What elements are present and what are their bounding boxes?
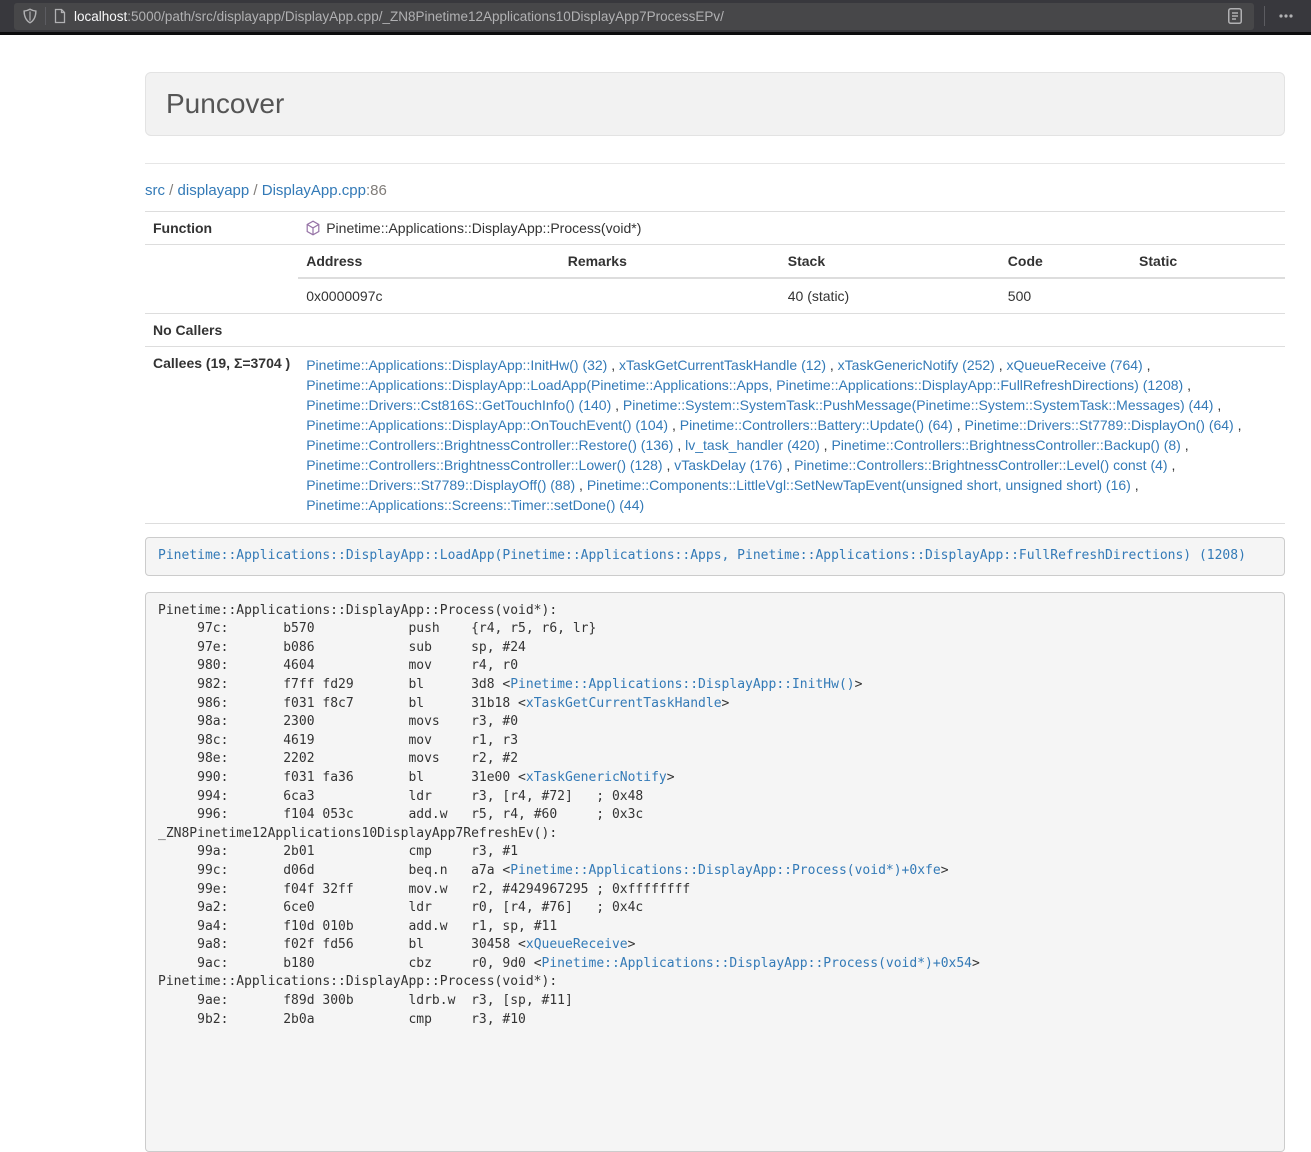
url-host: localhost [74, 9, 127, 24]
callees-list: Pinetime::Applications::DisplayApp::Init… [298, 347, 1285, 524]
url-path: :5000/path/src/displayapp/DisplayApp.cpp… [127, 9, 724, 24]
callee-link[interactable]: xTaskGenericNotify (252) [838, 357, 995, 373]
header-divider [145, 163, 1285, 164]
function-detail-table: Address Remarks Stack Code Static 0x0000… [298, 245, 1285, 313]
callee-separator: , [1131, 477, 1139, 493]
breadcrumb-separator: / [165, 182, 178, 199]
symbol-link[interactable]: Pinetime::Applications::DisplayApp::Proc… [510, 863, 940, 878]
symbol-cube-icon [306, 220, 320, 236]
address-value: 0x0000097c [298, 278, 559, 313]
code-value: 500 [1000, 278, 1131, 313]
callee-link[interactable]: Pinetime::Controllers::BrightnessControl… [831, 437, 1180, 453]
symbol-link[interactable]: xQueueReceive [526, 937, 628, 952]
callee-separator: , [668, 417, 680, 433]
loadapp-snippet: Pinetime::Applications::DisplayApp::Load… [145, 537, 1285, 576]
tracking-protection-shield-icon[interactable] [22, 8, 38, 24]
column-code: Code [1000, 245, 1131, 278]
url-text[interactable]: localhost:5000/path/src/displayapp/Displ… [74, 9, 724, 24]
function-label: Function [145, 212, 298, 245]
function-row: Function Pinetime::Applications::Display… [145, 212, 1285, 245]
breadcrumb-separator: / [249, 182, 262, 199]
url-bar[interactable]: localhost:5000/path/src/displayapp/Displ… [14, 3, 1254, 30]
remarks-value [560, 278, 780, 313]
callee-separator: , [1168, 457, 1176, 473]
callee-separator: , [607, 357, 619, 373]
function-detail-row: Address Remarks Stack Code Static 0x0000… [145, 245, 1285, 314]
callee-separator: , [1143, 357, 1151, 373]
column-remarks: Remarks [560, 245, 780, 278]
page-icon[interactable] [53, 8, 67, 24]
urlbar-divider [45, 7, 46, 25]
callee-separator: , [575, 477, 587, 493]
symbol-link[interactable]: xTaskGetCurrentTaskHandle [526, 696, 722, 711]
callee-separator: , [826, 357, 838, 373]
callee-link[interactable]: Pinetime::Drivers::Cst816S::GetTouchInfo… [306, 397, 611, 413]
callees-row: Callees (19, Σ=3704 ) Pinetime::Applicat… [145, 347, 1285, 524]
callee-link[interactable]: lv_task_handler (420) [685, 437, 820, 453]
callee-link[interactable]: Pinetime::Controllers::BrightnessControl… [306, 437, 673, 453]
callee-link[interactable]: Pinetime::Applications::DisplayApp::OnTo… [306, 417, 668, 433]
page-title: Puncover [166, 88, 1264, 120]
no-callers-label: No Callers [145, 314, 298, 347]
callee-separator: , [1213, 397, 1221, 413]
function-name: Pinetime::Applications::DisplayApp::Proc… [326, 220, 641, 236]
symbol-link[interactable]: xTaskGenericNotify [526, 770, 667, 785]
breadcrumb-line-number: :86 [366, 182, 387, 199]
breadcrumb-link[interactable]: src [145, 182, 165, 199]
callee-separator: , [820, 437, 832, 453]
ellipsis-icon [1277, 7, 1295, 25]
disassembly-code: Pinetime::Applications::DisplayApp::Proc… [145, 592, 1285, 1152]
callee-link[interactable]: xTaskGetCurrentTaskHandle (12) [619, 357, 826, 373]
breadcrumb-link[interactable]: displayapp [178, 182, 250, 199]
callee-separator: , [673, 437, 685, 453]
stack-value: 40 (static) [780, 278, 1000, 313]
callee-separator: , [995, 357, 1007, 373]
detail-value-row: 0x0000097c 40 (static) 500 [298, 278, 1285, 313]
overflow-menu-button[interactable] [1275, 5, 1297, 27]
callee-separator: , [953, 417, 965, 433]
callee-link[interactable]: xQueueReceive (764) [1007, 357, 1143, 373]
callee-link[interactable]: Pinetime::Controllers::Battery::Update()… [680, 417, 953, 433]
callee-link[interactable]: Pinetime::Drivers::St7789::DisplayOff() … [306, 477, 575, 493]
no-callers-row: No Callers [145, 314, 1285, 347]
symbol-link[interactable]: Pinetime::Applications::DisplayApp::Proc… [542, 956, 972, 971]
callee-separator: , [1183, 377, 1191, 393]
callees-label: Callees (19, Σ=3704 ) [145, 347, 298, 524]
breadcrumb: src / displayapp / DisplayApp.cpp:86 [145, 182, 1285, 199]
callee-separator: , [611, 397, 623, 413]
static-value [1131, 278, 1285, 313]
breadcrumb-link[interactable]: DisplayApp.cpp [262, 182, 366, 199]
callee-link[interactable]: Pinetime::Controllers::BrightnessControl… [306, 457, 662, 473]
loadapp-snippet-link[interactable]: Pinetime::Applications::DisplayApp::Load… [158, 548, 1246, 563]
column-address: Address [298, 245, 559, 278]
callee-separator: , [663, 457, 675, 473]
callee-separator: , [1234, 417, 1242, 433]
callee-separator: , [782, 457, 794, 473]
column-static: Static [1131, 245, 1285, 278]
callee-link[interactable]: Pinetime::Applications::Screens::Timer::… [306, 497, 644, 513]
callee-link[interactable]: Pinetime::System::SystemTask::PushMessag… [623, 397, 1214, 413]
reader-mode-icon[interactable] [1224, 5, 1246, 27]
callee-link[interactable]: vTaskDelay (176) [674, 457, 782, 473]
callee-link[interactable]: Pinetime::Components::LittleVgl::SetNewT… [587, 477, 1131, 493]
symbol-link[interactable]: Pinetime::Applications::DisplayApp::Init… [510, 677, 854, 692]
callee-link[interactable]: Pinetime::Applications::DisplayApp::Init… [306, 357, 607, 373]
app-header: Puncover [145, 72, 1285, 136]
page-content: Puncover src / displayapp / DisplayApp.c… [145, 72, 1285, 1152]
toolbar-divider [1264, 6, 1265, 26]
callee-link[interactable]: Pinetime::Controllers::BrightnessControl… [794, 457, 1167, 473]
column-stack: Stack [780, 245, 1000, 278]
callee-separator: , [1181, 437, 1189, 453]
function-table: Function Pinetime::Applications::Display… [145, 211, 1285, 524]
browser-toolbar: localhost:5000/path/src/displayapp/Displ… [0, 0, 1311, 35]
callee-link[interactable]: Pinetime::Drivers::St7789::DisplayOn() (… [965, 417, 1234, 433]
detail-header-row: Address Remarks Stack Code Static [298, 245, 1285, 278]
callee-link[interactable]: Pinetime::Applications::DisplayApp::Load… [306, 377, 1183, 393]
